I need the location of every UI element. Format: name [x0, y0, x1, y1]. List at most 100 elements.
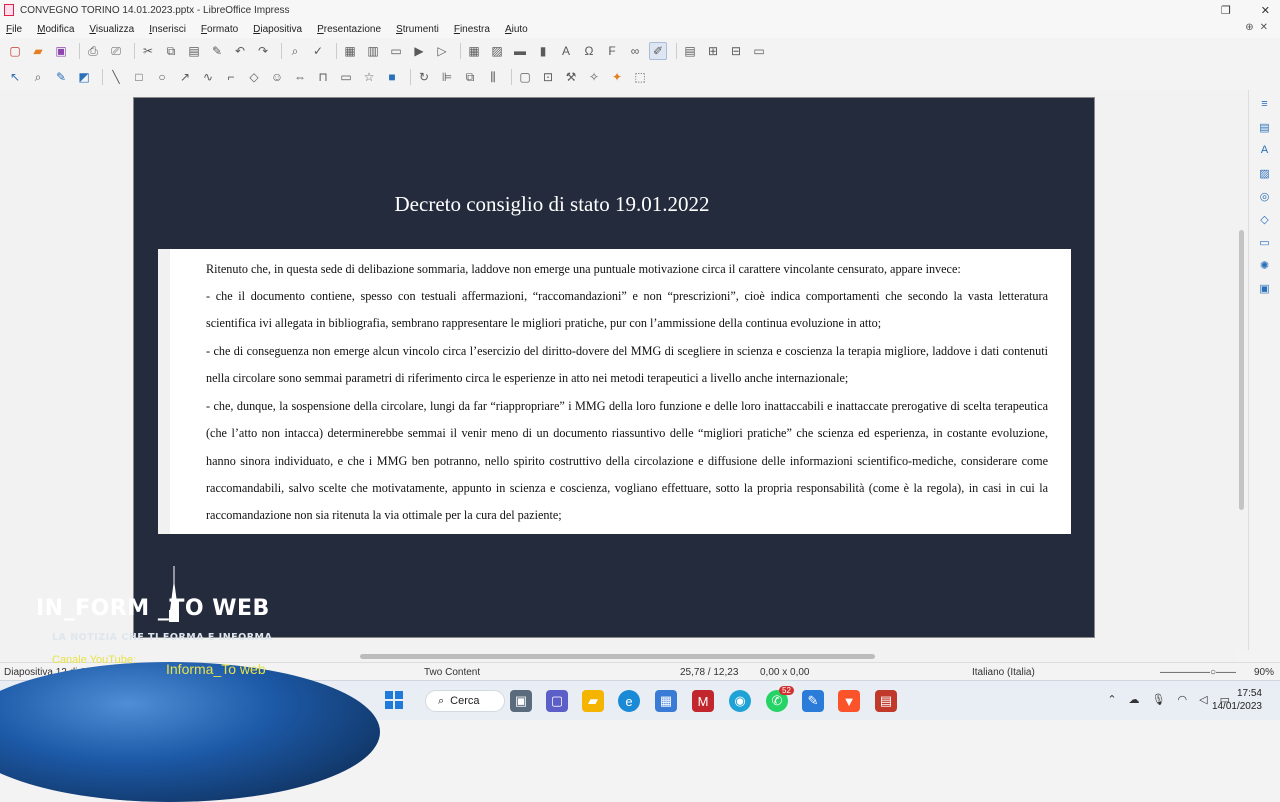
menu-icon[interactable]: ≡ — [1257, 96, 1273, 112]
status-zoom[interactable]: 90% — [1254, 667, 1274, 678]
vertical-scrollbar[interactable] — [1236, 90, 1248, 650]
slide-layout-icon[interactable]: ▤ — [681, 42, 699, 60]
teams-icon[interactable]: ▢ — [546, 690, 568, 712]
new-document-icon[interactable]: ▢ — [6, 42, 24, 60]
status-language[interactable]: Italiano (Italia) — [972, 667, 1035, 678]
points-icon[interactable]: ✧ — [585, 68, 603, 86]
cut-icon[interactable]: ✂ — [139, 42, 157, 60]
zoom-slider[interactable]: —————○—— — [1160, 667, 1236, 678]
start-first-slide-icon[interactable]: ▶ — [410, 42, 428, 60]
shadow-icon[interactable]: ▢ — [516, 68, 534, 86]
slide-canvas[interactable]: Decreto consiglio di stato 19.01.2022 Ri… — [133, 97, 1095, 638]
shapes-icon[interactable]: ◇ — [1257, 211, 1273, 227]
menu-modifica[interactable]: Modifica — [37, 24, 74, 35]
glue-points-icon[interactable]: ✦ — [608, 68, 626, 86]
menu-strumenti[interactable]: Strumenti — [396, 24, 439, 35]
close-document-icon[interactable]: ✕ — [1260, 22, 1268, 33]
arrange-icon[interactable]: ⧉ — [461, 68, 479, 86]
insert-image-icon[interactable]: ▨ — [488, 42, 506, 60]
align-icon[interactable]: ⊫ — [438, 68, 456, 86]
menu-presentazione[interactable]: Presentazione — [317, 24, 381, 35]
rectangle-icon[interactable]: □ — [130, 68, 148, 86]
speaker-icon[interactable]: ◁ — [1199, 693, 1207, 706]
3d-objects-icon[interactable]: ■ — [383, 68, 401, 86]
ellipse-icon[interactable]: ○ — [153, 68, 171, 86]
new-slide-icon[interactable]: ⊞ — [704, 42, 722, 60]
find-replace-icon[interactable]: ⌕ — [286, 42, 304, 60]
windows-start-icon[interactable] — [385, 691, 403, 709]
copy-icon[interactable]: ⧉ — [162, 42, 180, 60]
close-button[interactable]: ✕ — [1261, 4, 1270, 17]
open-folder-icon[interactable]: ▰ — [29, 42, 47, 60]
select-icon[interactable]: ↖ — [6, 68, 24, 86]
styles-icon[interactable]: A — [1257, 142, 1273, 158]
chrome-icon[interactable]: ◉ — [729, 690, 751, 712]
horizontal-scroll-thumb[interactable] — [360, 654, 875, 659]
task-view-icon[interactable]: ▣ — [510, 690, 532, 712]
master-slide-icon[interactable]: ▭ — [387, 42, 405, 60]
file-explorer-icon[interactable]: ▰ — [582, 690, 604, 712]
filter-icon[interactable]: ⚒ — [562, 68, 580, 86]
menu-file[interactable]: File — [6, 24, 22, 35]
chevron-up-icon[interactable]: ⌃ — [1107, 693, 1116, 706]
delete-slide-icon[interactable]: ⊟ — [727, 42, 745, 60]
brave-icon[interactable]: ▼ — [838, 690, 860, 712]
menu-visualizza[interactable]: Visualizza — [89, 24, 134, 35]
toggle-extrusion-icon[interactable]: ⬚ — [631, 68, 649, 86]
menu-diapositiva[interactable]: Diapositiva — [253, 24, 302, 35]
slide-workspace[interactable]: Decreto consiglio di stato 19.01.2022 Ri… — [0, 90, 1248, 650]
line-icon[interactable]: ╲ — [107, 68, 125, 86]
clone-format-icon[interactable]: ✎ — [208, 42, 226, 60]
curves-icon[interactable]: ∿ — [199, 68, 217, 86]
insert-table-icon[interactable]: ▦ — [465, 42, 483, 60]
symbol-shapes-icon[interactable]: ☺ — [268, 68, 286, 86]
insert-special-char-icon[interactable]: Ω — [580, 42, 598, 60]
navigator-icon[interactable]: ◎ — [1257, 188, 1273, 204]
rotate-icon[interactable]: ↻ — [415, 68, 433, 86]
master-slides-icon[interactable]: ▣ — [1257, 280, 1273, 296]
insert-textbox-icon[interactable]: A — [557, 42, 575, 60]
print-icon[interactable]: ⎚ — [107, 42, 125, 60]
properties-icon[interactable]: ▤ — [1257, 119, 1273, 135]
grid-icon[interactable]: ▦ — [341, 42, 359, 60]
line-color-icon[interactable]: ✎ — [52, 68, 70, 86]
distribute-icon[interactable]: ⫼ — [484, 68, 502, 86]
taskbar-clock[interactable]: 17:54 14/01/2023 — [1212, 687, 1262, 713]
slide-properties-icon[interactable]: ▭ — [750, 42, 768, 60]
cloud-icon[interactable]: ☁ — [1129, 693, 1140, 706]
flowchart-icon[interactable]: ⊓ — [314, 68, 332, 86]
slide-title[interactable]: Decreto consiglio di stato 19.01.2022 — [134, 192, 970, 217]
display-views-icon[interactable]: ▥ — [364, 42, 382, 60]
fill-color-icon[interactable]: ◩ — [75, 68, 93, 86]
edge-icon[interactable]: e — [618, 690, 640, 712]
crop-icon[interactable]: ⊡ — [539, 68, 557, 86]
zoom-icon[interactable]: ⌕ — [29, 68, 47, 86]
impress-taskbar-icon[interactable]: ▤ — [875, 690, 897, 712]
insert-media-icon[interactable]: ▬ — [511, 42, 529, 60]
menu-finestra[interactable]: Finestra — [454, 24, 490, 35]
export-pdf-icon[interactable]: ⎙ — [84, 42, 102, 60]
mcafee-icon[interactable]: M — [692, 690, 714, 712]
show-draw-functions-icon[interactable]: ✐ — [649, 42, 667, 60]
lines-arrows-icon[interactable]: ↗ — [176, 68, 194, 86]
undo-icon[interactable]: ↶ — [231, 42, 249, 60]
taskbar-search[interactable]: ⌕ Cerca — [425, 690, 505, 712]
slide-transition-icon[interactable]: ▭ — [1257, 234, 1273, 250]
paste-icon[interactable]: ▤ — [185, 42, 203, 60]
animation-icon[interactable]: ✺ — [1257, 257, 1273, 273]
spelling-icon[interactable]: ✓ — [309, 42, 327, 60]
callouts-icon[interactable]: ▭ — [337, 68, 355, 86]
fontwork-icon[interactable]: F — [603, 42, 621, 60]
block-arrows-icon[interactable]: ⇔ — [291, 68, 309, 86]
insert-chart-icon[interactable]: ▮ — [534, 42, 552, 60]
microphone-icon[interactable]: 🎙 — [1152, 693, 1166, 706]
store-icon[interactable]: ▦ — [655, 690, 677, 712]
menu-formato[interactable]: Formato — [201, 24, 238, 35]
menu-aiuto[interactable]: Aiuto — [505, 24, 528, 35]
basic-shapes-icon[interactable]: ◇ — [245, 68, 263, 86]
pen-app-icon[interactable]: ✎ — [802, 690, 824, 712]
save-icon[interactable]: ▣ — [52, 42, 70, 60]
gallery-icon[interactable]: ▨ — [1257, 165, 1273, 181]
redo-icon[interactable]: ↷ — [254, 42, 272, 60]
hyperlink-icon[interactable]: ∞ — [626, 42, 644, 60]
